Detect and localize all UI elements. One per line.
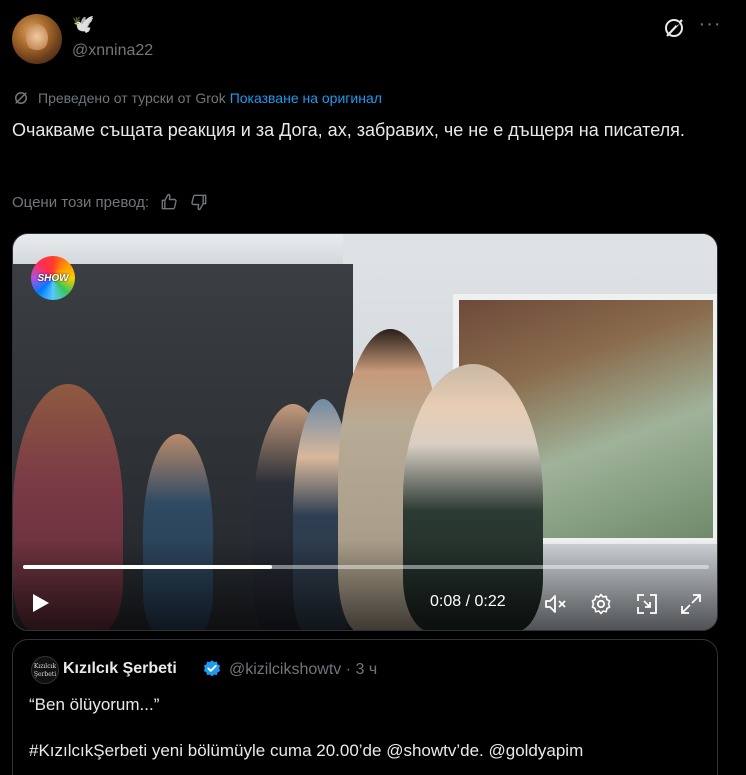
user-avatar[interactable]: [12, 14, 62, 64]
show-original-link[interactable]: Показване на оригинал: [230, 90, 382, 106]
pip-icon[interactable]: [635, 592, 659, 616]
thumbs-up-icon[interactable]: [159, 192, 179, 212]
video-time: 0:08 / 0:22: [430, 593, 506, 610]
rate-translation: Оцени този превод:: [12, 190, 209, 214]
mute-icon[interactable]: [543, 592, 567, 616]
user-handle[interactable]: @xnnina22: [72, 42, 153, 60]
fullscreen-icon[interactable]: [679, 592, 703, 616]
grok-icon[interactable]: [662, 16, 686, 40]
channel-logo-text: SHOW: [37, 272, 69, 284]
more-options-icon[interactable]: ···: [698, 14, 722, 40]
quoted-handle-time: @kizilcikshowtv · 3 ч: [229, 661, 378, 678]
tweet-header: 🕊️ @xnnina22 ···: [0, 0, 746, 80]
quoted-tweet[interactable]: Kızılcık Şerbeti Kızılcık Şerbeti @kizil…: [12, 639, 718, 775]
grok-translate-icon: [15, 92, 27, 104]
video-progress-bar[interactable]: [23, 565, 709, 569]
thumbs-down-icon[interactable]: [189, 192, 209, 212]
rate-translation-label: Оцени този превод:: [12, 193, 150, 211]
quoted-display-name[interactable]: Kızılcık Şerbeti: [63, 660, 177, 678]
verified-badge-icon: [203, 660, 221, 677]
play-icon[interactable]: [29, 592, 51, 614]
video-player[interactable]: SHOW 0:08 / 0:22: [12, 233, 718, 631]
channel-logo: SHOW: [31, 256, 75, 300]
video-controls-shade: [13, 540, 717, 630]
display-name[interactable]: 🕊️: [72, 14, 94, 35]
quoted-text-line1: “Ben ölüyorum...”: [29, 695, 160, 714]
quoted-avatar[interactable]: Kızılcık Şerbeti: [31, 656, 59, 684]
quoted-text-line2: #KızılcıkŞerbeti yeni bölümüyle cuma 20.…: [29, 741, 584, 760]
settings-icon[interactable]: [589, 592, 613, 616]
video-progress-fill: [23, 565, 273, 569]
translation-bar: Преведено от турски от Grok Показване на…: [12, 88, 382, 108]
tweet-text: Очакваме същата реакция и за Дога, ах, з…: [12, 120, 685, 140]
translation-label: Преведено от турски от Grok: [38, 90, 226, 106]
